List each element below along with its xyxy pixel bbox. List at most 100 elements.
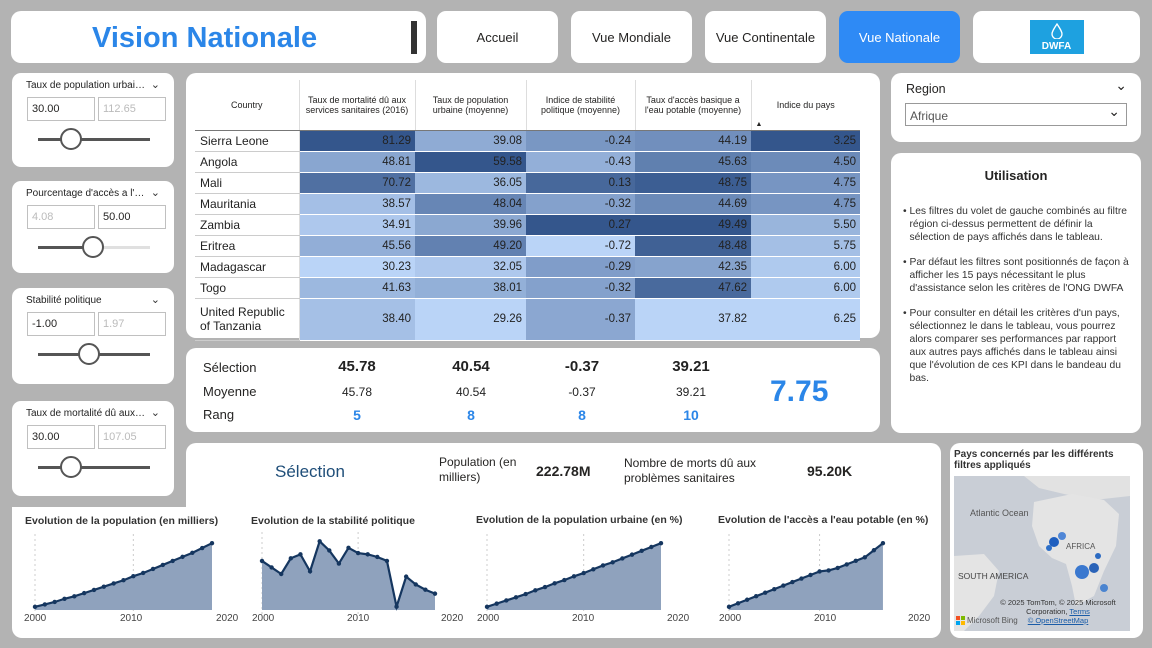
max-input[interactable]: 1.97 (98, 312, 166, 336)
cell-country[interactable]: Mauritania (195, 193, 300, 215)
table-cell[interactable]: 29.26 (415, 298, 526, 341)
table-cell[interactable]: 5.75 (751, 235, 860, 257)
table-cell[interactable]: 48.75 (635, 172, 751, 194)
table-cell[interactable]: 81.29 (299, 130, 415, 152)
chart-point[interactable] (403, 574, 409, 579)
col-country[interactable]: Country (195, 80, 300, 131)
cell-country[interactable]: Eritrea (195, 235, 300, 257)
chart-point[interactable] (581, 570, 586, 576)
map-view[interactable]: Atlantic Ocean AFRICA SOUTH AMERICA © 20… (954, 476, 1130, 631)
chart-point[interactable] (375, 554, 380, 560)
table-cell[interactable]: -0.24 (526, 130, 635, 152)
chart-point[interactable] (726, 604, 732, 610)
chart-point[interactable] (735, 601, 741, 606)
chart-point[interactable] (160, 562, 166, 568)
table-cell[interactable]: 38.57 (299, 193, 415, 215)
max-input[interactable]: 107.05 (98, 425, 166, 449)
chart-point[interactable] (562, 577, 567, 583)
chart-point[interactable] (42, 602, 48, 607)
chart-point[interactable] (269, 565, 274, 570)
chart-point[interactable] (140, 570, 146, 576)
table-cell[interactable]: 44.19 (635, 130, 751, 152)
map-terms-link[interactable]: Terms (1069, 607, 1089, 616)
chart-point[interactable] (432, 591, 438, 596)
chart-point[interactable] (355, 550, 361, 556)
table-cell[interactable]: 41.63 (299, 277, 415, 299)
table-cell[interactable]: 45.56 (299, 235, 415, 257)
table-cell[interactable]: 45.63 (635, 151, 751, 173)
chart-point[interactable] (513, 595, 519, 600)
table-cell[interactable]: 3.25 (751, 130, 860, 152)
chart-point[interactable] (394, 604, 399, 609)
table-cell[interactable]: 48.81 (299, 151, 415, 173)
chart-point[interactable] (639, 548, 644, 554)
chart-point[interactable] (384, 558, 390, 564)
chart-point[interactable] (744, 597, 750, 602)
chart-point[interactable] (826, 568, 831, 573)
table-cell[interactable]: 49.49 (635, 214, 751, 236)
chart-point[interactable] (523, 591, 528, 597)
region-dropdown[interactable]: Afrique ⌄ (905, 103, 1127, 126)
chart-point[interactable] (336, 561, 342, 566)
chart-point[interactable] (835, 565, 840, 571)
table-cell[interactable]: 49.20 (415, 235, 526, 257)
chart-point[interactable] (423, 587, 428, 592)
table-cell[interactable]: 6.25 (751, 298, 860, 341)
table-cell[interactable]: -0.32 (526, 277, 635, 299)
table-cell[interactable]: 4.75 (751, 172, 860, 194)
chart-point[interactable] (180, 554, 185, 560)
nav-accueil-button[interactable]: Accueil (437, 11, 558, 63)
cell-country[interactable]: Zambia (195, 214, 300, 236)
table-cell[interactable]: 48.48 (635, 235, 751, 257)
table-cell[interactable]: 0.13 (526, 172, 635, 194)
chart-point[interactable] (111, 581, 116, 586)
chart-point[interactable] (880, 540, 886, 546)
col-urban[interactable]: Taux de population urbaine (moyenne) (415, 80, 527, 131)
table-row[interactable]: Angola 48.81 59.58 -0.43 45.63 4.50 (195, 151, 860, 173)
chevron-down-icon[interactable]: ⌄ (1115, 77, 1127, 94)
chart-point[interactable] (494, 601, 499, 606)
slicer-political-stability[interactable]: Stabilité politique ⌄ -1.00 1.97 (12, 288, 174, 384)
chart-point[interactable] (121, 578, 126, 583)
table-cell[interactable]: -0.72 (526, 235, 635, 257)
chart-point[interactable] (649, 544, 654, 550)
chart-point[interactable] (52, 599, 57, 605)
chart-point[interactable] (150, 566, 156, 572)
table-cell[interactable]: -0.37 (526, 298, 635, 341)
slicer-urban-population[interactable]: Taux de population urbaine ⌄ 30.00 112.6… (12, 73, 174, 167)
nav-vue-mondiale-button[interactable]: Vue Mondiale (571, 11, 692, 63)
chart-point[interactable] (600, 563, 606, 568)
col-index[interactable]: Indice du pays ▲ (751, 80, 860, 131)
col-water[interactable]: Taux d'accès basique a l'eau potable (mo… (635, 80, 752, 131)
chart-point[interactable] (72, 594, 77, 599)
table-cell[interactable]: 70.72 (299, 172, 415, 194)
table-cell[interactable]: -0.32 (526, 193, 635, 215)
chart-point[interactable] (610, 560, 615, 565)
slider-handle[interactable] (78, 343, 100, 365)
chart-point[interactable] (190, 550, 195, 556)
chart-point[interactable] (620, 556, 625, 561)
chart-point[interactable] (91, 587, 97, 593)
table-cell[interactable]: 38.40 (299, 298, 415, 341)
table-cell[interactable]: 39.08 (415, 130, 526, 152)
slicer-water-access[interactable]: Pourcentage d'accès a l'eau potable ⌄ 4.… (12, 181, 174, 273)
chart-point[interactable] (259, 558, 265, 564)
table-cell[interactable]: 0.27 (526, 214, 635, 236)
chart-point[interactable] (808, 572, 813, 578)
chart-point[interactable] (571, 574, 577, 579)
chart-point[interactable] (346, 545, 351, 551)
table-cell[interactable]: -0.43 (526, 151, 635, 173)
cell-country[interactable]: Madagascar (195, 256, 300, 278)
chart-point[interactable] (799, 576, 804, 581)
max-input[interactable]: 50.00 (98, 205, 166, 229)
chart-point[interactable] (552, 581, 557, 586)
chevron-down-icon[interactable]: ⌄ (151, 293, 160, 306)
chart-point[interactable] (753, 594, 759, 599)
chevron-down-icon[interactable]: ⌄ (151, 406, 160, 419)
max-input[interactable]: 112.65 (98, 97, 166, 121)
chart-point[interactable] (781, 583, 786, 588)
chart-point[interactable] (317, 539, 322, 544)
chart-point[interactable] (790, 579, 795, 585)
table-row[interactable]: Eritrea 45.56 49.20 -0.72 48.48 5.75 (195, 235, 860, 257)
chart-point[interactable] (413, 582, 418, 587)
